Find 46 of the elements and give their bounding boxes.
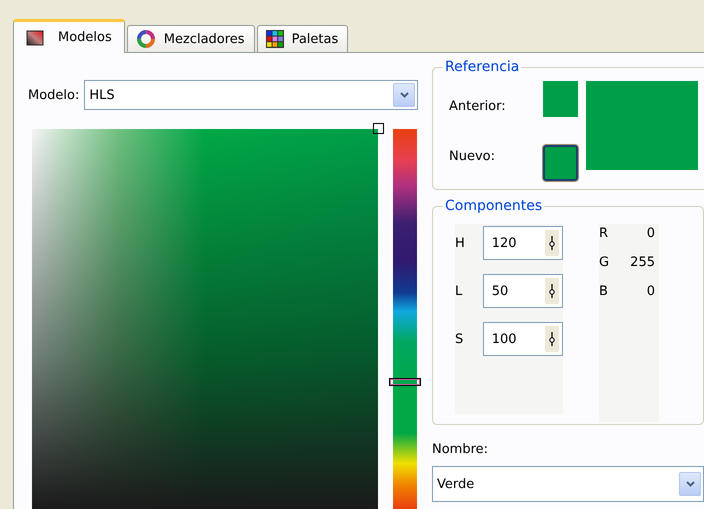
- swatch-label: Nuevo:: [449, 148, 496, 164]
- component-label: L: [455, 284, 464, 298]
- field-marker[interactable]: [373, 123, 384, 134]
- value-field[interactable]: 120: [482, 226, 563, 260]
- slider-icon: [548, 331, 556, 347]
- gradient-square-icon: [26, 30, 44, 46]
- dropdown-button[interactable]: [679, 472, 701, 496]
- slider-button[interactable]: [545, 230, 559, 256]
- model-label: Modelo:: [28, 88, 80, 102]
- dropdown-button[interactable]: [393, 83, 415, 107]
- field-value: 50: [492, 284, 508, 298]
- value-field[interactable]: 50: [482, 274, 563, 308]
- channel-label: R: [599, 226, 610, 243]
- group-title: Referencia: [444, 59, 520, 75]
- slider-button[interactable]: [545, 326, 559, 352]
- channel-value: 0: [646, 226, 656, 243]
- slider-thumb[interactable]: [389, 378, 421, 386]
- chevron-icon: [400, 92, 408, 98]
- name-dropdown[interactable]: Verde: [432, 466, 704, 502]
- slider-icon: [548, 283, 556, 299]
- color-ring-icon: [136, 29, 156, 49]
- tab[interactable]: Mezcladores: [126, 25, 255, 52]
- field-value: 100: [492, 332, 517, 346]
- color-swatch[interactable]: [543, 145, 578, 181]
- tab[interactable]: Modelos: [13, 19, 125, 53]
- channel-label: G: [599, 255, 610, 272]
- slider-button[interactable]: [545, 278, 559, 304]
- channel-value: 255: [629, 255, 656, 272]
- swatch-label: Anterior:: [449, 98, 507, 114]
- channel-value: 0: [646, 284, 656, 301]
- dropdown-value: HLS: [89, 88, 115, 102]
- color-swatch[interactable]: [543, 81, 578, 117]
- slider-icon: [548, 235, 556, 251]
- palette-grid-icon: [266, 30, 284, 48]
- dropdown-value: Verde: [437, 476, 474, 492]
- channel-label: B: [599, 284, 609, 301]
- color-field[interactable]: [32, 129, 378, 509]
- chevron-icon: [686, 481, 694, 487]
- model-dropdown[interactable]: HLS: [84, 80, 418, 110]
- group-title: Componentes: [444, 198, 544, 214]
- component-label: H: [455, 236, 466, 250]
- tab[interactable]: Paletas: [256, 25, 348, 52]
- component-label: S: [455, 332, 464, 346]
- name-label: Nombre:: [432, 442, 490, 457]
- value-field[interactable]: 100: [482, 322, 563, 356]
- field-value: 120: [492, 236, 517, 250]
